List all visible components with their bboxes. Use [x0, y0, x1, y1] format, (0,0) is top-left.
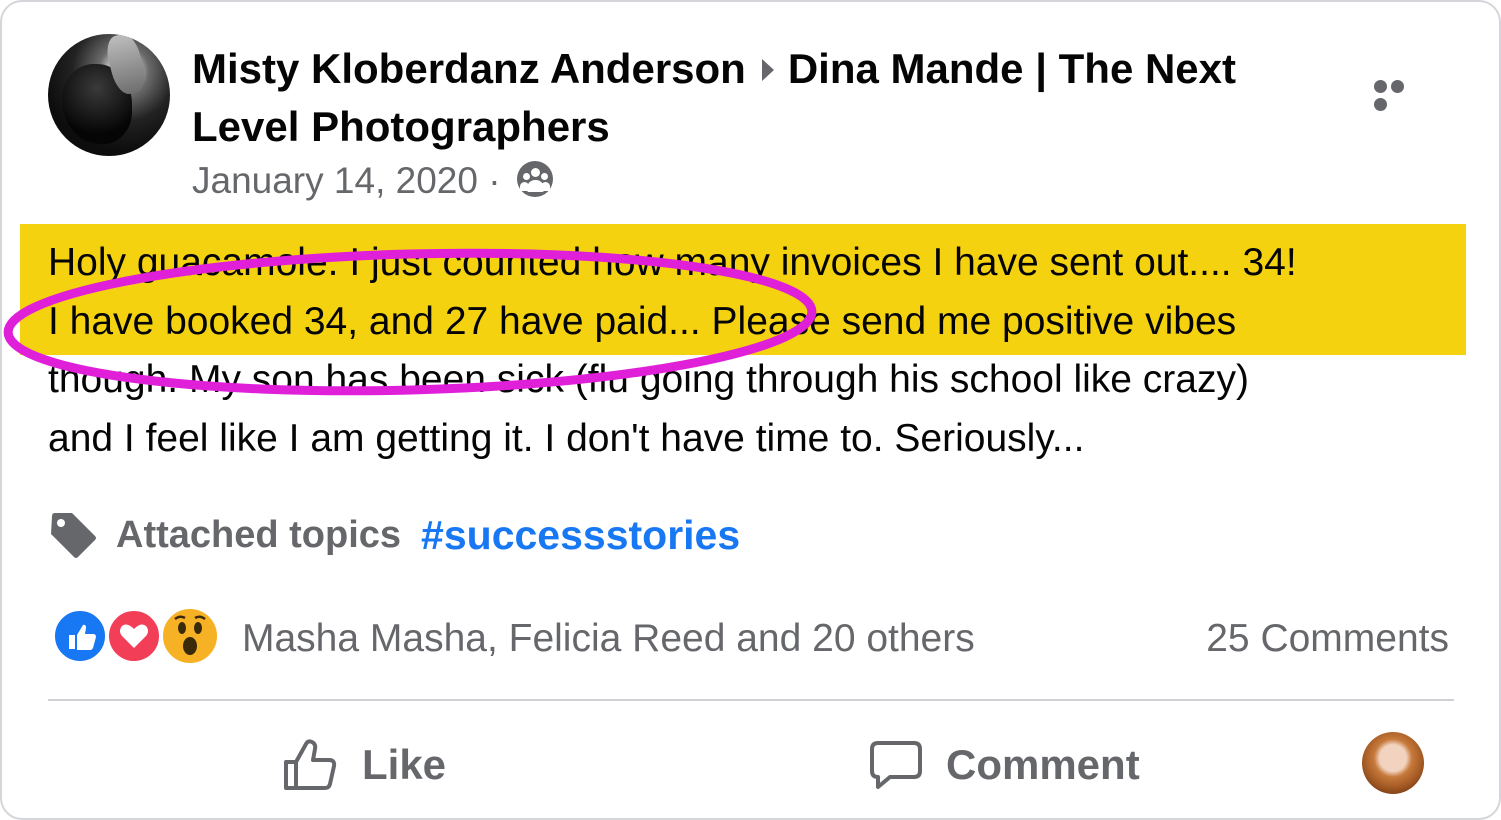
- love-reaction-icon: [106, 608, 162, 664]
- viewer-avatar[interactable]: [1362, 732, 1424, 794]
- comments-count[interactable]: 25 Comments: [1206, 612, 1449, 666]
- like-reaction-icon: [52, 608, 108, 664]
- reactors-summary[interactable]: Masha Masha, Felicia Reed and 20 others: [242, 612, 975, 666]
- post-text-line: I have booked 34, and 27 have paid... Pl…: [48, 299, 1237, 343]
- wow-reaction-icon: [160, 606, 220, 666]
- reaction-icons[interactable]: [52, 606, 222, 670]
- group-icon: [516, 161, 553, 197]
- like-button[interactable]: Like: [282, 730, 446, 800]
- like-label: Like: [362, 741, 447, 788]
- author-name[interactable]: Misty Kloberdanz Anderson: [192, 45, 746, 92]
- post-card: Misty Kloberdanz Anderson Dina Mande | Th…: [0, 0, 1501, 820]
- post-date[interactable]: January 14, 2020: [192, 160, 478, 201]
- post-meta: January 14, 2020 ·: [192, 157, 553, 205]
- post-text-line: Holy guacamole. I just counted how many …: [48, 241, 1297, 284]
- hashtag-link[interactable]: #successstories: [421, 512, 740, 559]
- more-horizontal-icon[interactable]: [1374, 80, 1424, 111]
- comment-button[interactable]: Comment: [868, 730, 1140, 800]
- tag-icon: [51, 513, 96, 558]
- meta-separator: ·: [488, 160, 501, 201]
- post-header: Misty Kloberdanz Anderson Dina Mande | Th…: [192, 40, 1312, 156]
- author-avatar[interactable]: [48, 34, 170, 156]
- thumbs-up-icon: [284, 739, 337, 790]
- comment-label: Comment: [946, 741, 1140, 788]
- post-text-line: and I feel like I am getting it. I don't…: [48, 416, 1085, 460]
- post-body: Holy guacamole. I just counted how many …: [48, 234, 1468, 468]
- shared-to-arrow-icon: [761, 59, 774, 81]
- post-text-line: though. My son has been sick (flu going …: [48, 358, 1249, 401]
- topics-label: Attached topics: [116, 513, 402, 556]
- actions-divider: [48, 699, 1454, 701]
- comment-icon: [870, 741, 922, 789]
- attached-topics: Attached topics #successstories: [48, 507, 740, 563]
